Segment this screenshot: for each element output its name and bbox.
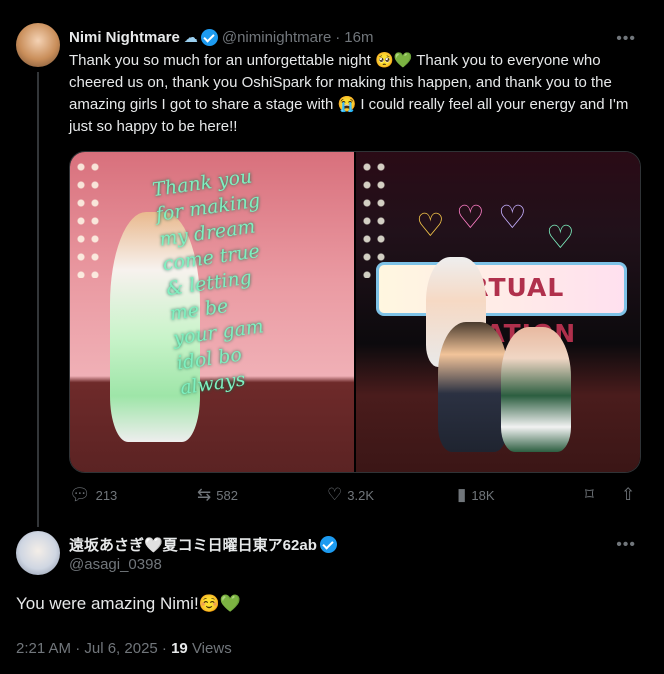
character-figure xyxy=(501,327,571,452)
action-bar: 💬︎ 213 ⇆ 582 ♡ 3.2K ▮ 18K ⌑ ⇧ xyxy=(69,485,649,507)
stage-lights xyxy=(74,158,104,278)
cloud-icon: ☁ xyxy=(183,28,198,45)
tweet-time[interactable]: 16m xyxy=(344,29,373,46)
author-handle[interactable]: @niminightmare xyxy=(222,29,331,46)
reply-views-count: 19 xyxy=(171,640,188,657)
separator-dot: · xyxy=(335,28,341,46)
avatar[interactable] xyxy=(16,23,60,67)
share-icon: ⇧ xyxy=(621,485,636,504)
reply-author-handle[interactable]: @asagi_0398 xyxy=(69,556,162,573)
reply-avatar[interactable] xyxy=(16,531,60,575)
reply-views-label: Views xyxy=(191,640,232,657)
stage-sign: VIRTUAL VACATION xyxy=(376,262,627,348)
original-tweet[interactable]: Nimi Nightmare ☁ @niminightmare · 16m ••… xyxy=(0,0,664,527)
media-image-right[interactable]: ♡ ♡ ♡ ♡ VIRTUAL VACATION xyxy=(356,152,640,472)
more-icon[interactable]: ••• xyxy=(616,30,636,48)
tweet-media[interactable]: Thank you for making my dream come true … xyxy=(69,151,641,473)
more-icon[interactable]: ••• xyxy=(616,536,636,554)
verified-badge-icon xyxy=(319,536,337,553)
reply-icon: 💬︎ xyxy=(69,485,91,504)
thread-line xyxy=(37,72,39,527)
reply-author-name[interactable]: 遠坂あさぎ🤍夏コミ日曜日東ア62ab xyxy=(69,534,317,555)
reply-meta: 2:21 AM · Jul 6, 2025 · 19 Views xyxy=(16,640,232,657)
repost-count: 582 xyxy=(216,487,238,503)
verified-badge-icon xyxy=(200,28,218,46)
like-button[interactable]: ♡ 3.2K xyxy=(327,485,374,505)
author-name[interactable]: Nimi Nightmare xyxy=(69,29,180,46)
reply-header: 遠坂あさぎ🤍夏コミ日曜日東ア62ab xyxy=(69,534,337,555)
views-icon: ▮ xyxy=(457,485,467,504)
like-count: 3.2K xyxy=(347,487,374,503)
heart-icon: ♡ xyxy=(498,199,527,235)
bookmark-button[interactable]: ⌑ xyxy=(585,485,594,505)
like-icon: ♡ xyxy=(327,485,343,504)
tweet-header: Nimi Nightmare ☁ @niminightmare · 16m xyxy=(69,27,373,47)
tweet-text: Thank you so much for an unforgettable n… xyxy=(69,52,629,135)
heart-icon: ♡ xyxy=(456,199,485,235)
bookmark-icon: ⌑ xyxy=(585,485,594,504)
heart-icon: ♡ xyxy=(416,207,445,243)
repost-button[interactable]: ⇆ 582 xyxy=(197,485,238,505)
media-image-left[interactable]: Thank you for making my dream come true … xyxy=(70,152,354,472)
reply-count: 213 xyxy=(95,487,118,503)
repost-icon: ⇆ xyxy=(197,485,212,504)
reply-timestamp[interactable]: 2:21 AM · Jul 6, 2025 · xyxy=(16,640,167,657)
reply-button[interactable]: 💬︎ 213 xyxy=(69,485,117,505)
reply-text: You were amazing Nimi!☺️💚 xyxy=(16,594,242,613)
character-figure xyxy=(438,322,508,452)
share-button[interactable]: ⇧ xyxy=(621,485,635,505)
stage-lights xyxy=(360,158,390,278)
views-count: 18K xyxy=(471,487,495,503)
views-button[interactable]: ▮ 18K xyxy=(457,485,495,505)
heart-icon: ♡ xyxy=(546,219,575,255)
